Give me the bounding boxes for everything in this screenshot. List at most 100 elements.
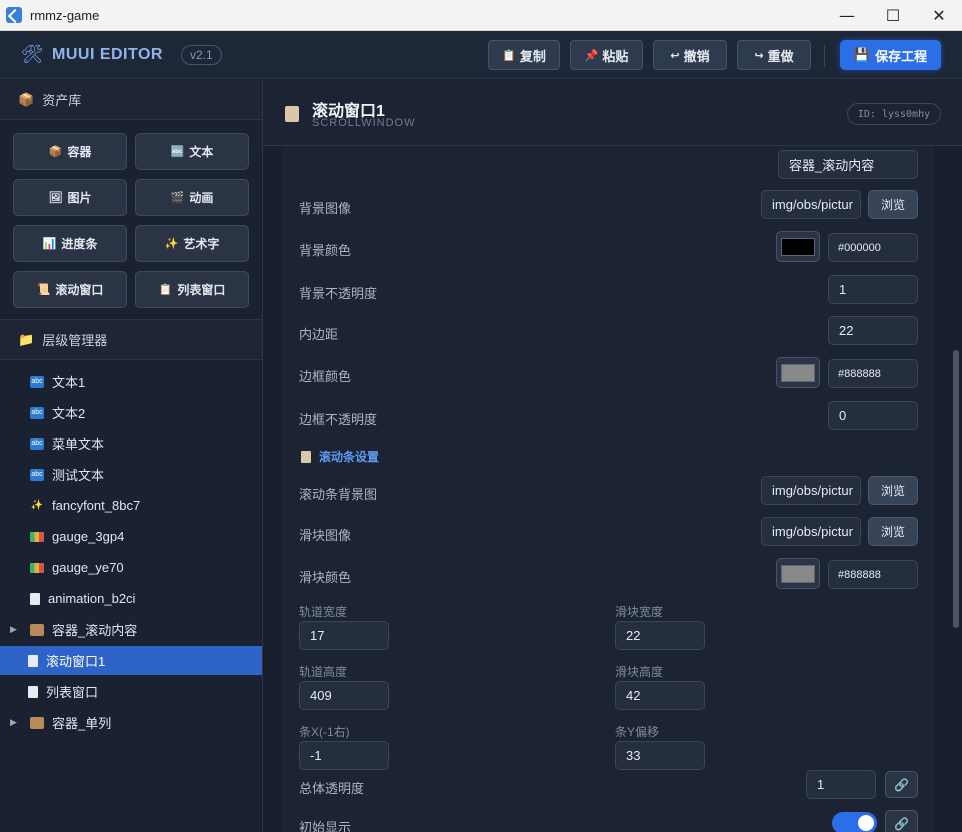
save-project-button[interactable]: 💾 保存工程 bbox=[840, 40, 941, 70]
bg-color-picker[interactable] bbox=[776, 231, 820, 262]
padding-label: 内边距 bbox=[299, 327, 339, 342]
scrollbar-section-title: 滚动条设置 bbox=[301, 448, 379, 465]
text-icon: abc bbox=[30, 468, 44, 481]
panel-header: 滚动窗口1 SCROLLWINDOW ID: lyss0mhy bbox=[263, 80, 962, 146]
clapper-icon: 🎬 bbox=[170, 192, 185, 204]
save-label: 保存工程 bbox=[875, 48, 928, 64]
overall-opacity-input[interactable]: 1 bbox=[806, 770, 876, 799]
asset-image-button[interactable]: 🖼 图片 bbox=[13, 179, 127, 216]
tree-item[interactable]: ▶ 容器_滚动内容 bbox=[0, 615, 262, 644]
bar-x-input[interactable]: -1 bbox=[299, 741, 389, 770]
tree-item-label: animation_b2ci bbox=[48, 591, 136, 606]
tree-item[interactable]: gauge_3gp4 bbox=[0, 522, 262, 551]
tree-item[interactable]: abc 菜单文本 bbox=[0, 429, 262, 458]
copy-button[interactable]: 📋 复制 bbox=[488, 40, 560, 70]
asset-grid: 📦 容器 🔤 文本 🖼 图片 🎬 动画 📊 进度条 ✨ 艺术字 📜 滚动窗口 📋 列表窗口 bbox=[0, 120, 262, 320]
tree-item-selected[interactable]: 滚动窗口1 bbox=[0, 646, 262, 675]
thumb-image-browse-button[interactable]: 浏览 bbox=[868, 517, 918, 546]
scrollbar-bg-browse-button[interactable]: 浏览 bbox=[868, 476, 918, 505]
scrollbar-bg-label: 滚动条背景图 bbox=[299, 487, 378, 502]
asset-label: 图片 bbox=[67, 191, 92, 205]
sparkle-icon: ✨ bbox=[30, 500, 44, 511]
tree-item[interactable]: animation_b2ci bbox=[0, 584, 262, 613]
image-icon: 🖼 bbox=[48, 192, 63, 204]
copy-label: 复制 bbox=[519, 48, 546, 64]
thumb-color-picker[interactable] bbox=[776, 558, 820, 589]
asset-animation-button[interactable]: 🎬 动画 bbox=[135, 179, 249, 216]
link-icon[interactable]: 🔗 bbox=[885, 810, 918, 832]
window-titlebar: rmmz-game — ☐ ✕ bbox=[0, 0, 962, 31]
border-opacity-input[interactable]: 0 bbox=[828, 401, 918, 430]
undo-button[interactable]: ↩ 撤销 bbox=[653, 40, 727, 70]
track-width-input[interactable]: 17 bbox=[299, 621, 389, 650]
window-title: rmmz-game bbox=[30, 7, 100, 23]
asset-arttext-button[interactable]: ✨ 艺术字 bbox=[135, 225, 249, 262]
tree-item[interactable]: abc 文本2 bbox=[0, 398, 262, 427]
tree-item[interactable]: 列表窗口 bbox=[0, 677, 262, 706]
gauge-icon bbox=[30, 531, 44, 542]
bg-image-browse-button[interactable]: 浏览 bbox=[868, 190, 918, 219]
clipboard-icon: 📋 bbox=[502, 49, 516, 62]
tree-item-label: 菜单文本 bbox=[52, 437, 105, 452]
asset-gauge-button[interactable]: 📊 进度条 bbox=[13, 225, 127, 262]
box-icon bbox=[30, 623, 44, 636]
bar-y-input[interactable]: 33 bbox=[615, 741, 705, 770]
tree-item[interactable]: gauge_ye70 bbox=[0, 553, 262, 582]
tree-item-label: 测试文本 bbox=[52, 468, 105, 483]
link-icon[interactable]: 🔗 bbox=[885, 771, 918, 798]
close-button[interactable]: ✕ bbox=[916, 0, 962, 31]
asset-container-button[interactable]: 📦 容器 bbox=[13, 133, 127, 170]
asset-library-header: 📦 资产库 bbox=[0, 80, 262, 120]
initial-visible-toggle[interactable] bbox=[832, 812, 877, 832]
thumb-width-input[interactable]: 22 bbox=[615, 621, 705, 650]
bg-image-input[interactable]: img/obs/pictur bbox=[761, 190, 861, 219]
tree-item[interactable]: abc 测试文本 bbox=[0, 460, 262, 489]
minimize-button[interactable]: — bbox=[824, 0, 870, 31]
tree-item-label: 容器_单列 bbox=[52, 716, 112, 731]
thumb-height-input[interactable]: 42 bbox=[615, 681, 705, 710]
element-id-badge: ID: lyss0mhy bbox=[847, 103, 941, 125]
redo-button[interactable]: ↪ 重做 bbox=[737, 40, 811, 70]
expand-arrow-icon[interactable]: ▶ bbox=[10, 624, 17, 635]
padding-input[interactable]: 22 bbox=[828, 316, 918, 345]
thumb-image-input[interactable]: img/obs/pictur bbox=[761, 517, 861, 546]
tree-item-label: 列表窗口 bbox=[46, 685, 99, 700]
bg-color-hex-input[interactable]: #000000 bbox=[828, 233, 918, 262]
asset-listwindow-button[interactable]: 📋 列表窗口 bbox=[135, 271, 249, 308]
brand-name: MUUI EDITOR bbox=[52, 45, 163, 63]
hierarchy-header: 📁 层级管理器 bbox=[0, 320, 262, 360]
track-height-input[interactable]: 409 bbox=[299, 681, 389, 710]
paste-label: 粘贴 bbox=[602, 48, 629, 64]
tree-item-label: 滚动窗口1 bbox=[46, 654, 106, 669]
asset-label: 滚动窗口 bbox=[55, 283, 104, 297]
border-opacity-label: 边框不透明度 bbox=[299, 412, 378, 427]
sparkle-icon: ✨ bbox=[164, 238, 179, 250]
tree-item-label: gauge_3gp4 bbox=[52, 529, 125, 544]
tree-item[interactable]: ▶ 容器_单列 bbox=[0, 708, 262, 737]
border-color-hex-input[interactable]: #888888 bbox=[828, 359, 918, 388]
panel-scrollbar[interactable] bbox=[953, 350, 959, 628]
asset-label: 动画 bbox=[189, 191, 214, 205]
thumb-color-hex-input[interactable]: #888888 bbox=[828, 560, 918, 589]
text-icon: 🔤 bbox=[170, 146, 185, 158]
tools-icon: 🛠 bbox=[20, 44, 44, 64]
paste-button[interactable]: 📌 粘贴 bbox=[570, 40, 643, 70]
bg-opacity-input[interactable]: 1 bbox=[828, 275, 918, 304]
scroll-icon bbox=[301, 450, 311, 463]
content-container-select[interactable]: 容器_滚动内容 bbox=[778, 150, 918, 179]
track-height-label: 轨道高度 bbox=[299, 665, 348, 679]
save-icon: 💾 bbox=[853, 47, 871, 62]
text-icon: abc bbox=[30, 375, 44, 388]
asset-scrollwindow-button[interactable]: 📜 滚动窗口 bbox=[13, 271, 127, 308]
gauge-icon bbox=[30, 562, 44, 573]
clipboard-icon: 📋 bbox=[158, 284, 173, 296]
expand-arrow-icon[interactable]: ▶ bbox=[10, 717, 17, 728]
border-color-picker[interactable] bbox=[776, 357, 820, 388]
asset-text-button[interactable]: 🔤 文本 bbox=[135, 133, 249, 170]
color-swatch bbox=[781, 564, 815, 583]
tree-item[interactable]: ✨ fancyfont_8bc7 bbox=[0, 491, 262, 520]
tree-item[interactable]: abc 文本1 bbox=[0, 367, 262, 396]
maximize-button[interactable]: ☐ bbox=[870, 0, 916, 31]
scrollbar-bg-input[interactable]: img/obs/pictur bbox=[761, 476, 861, 505]
asset-label: 列表窗口 bbox=[177, 283, 226, 297]
